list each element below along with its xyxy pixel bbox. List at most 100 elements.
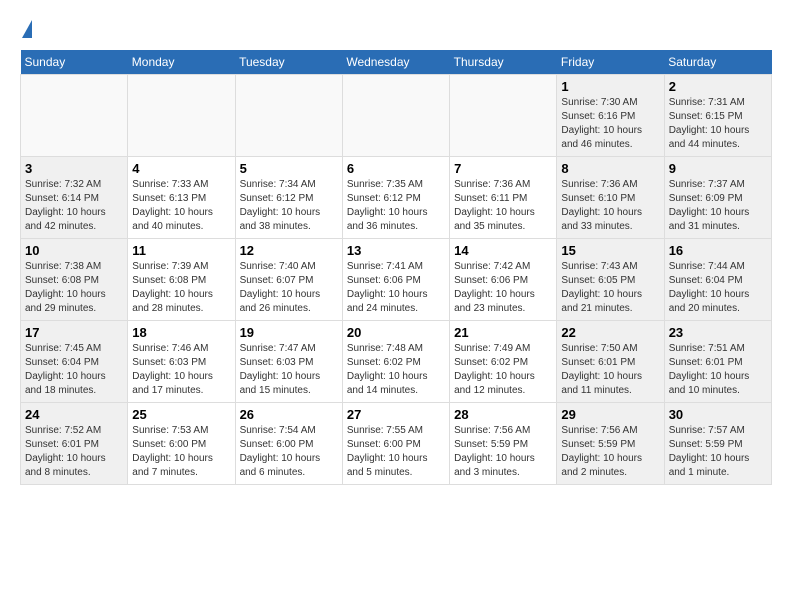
day-info: Sunrise: 7:57 AM Sunset: 5:59 PM Dayligh… [669, 424, 767, 480]
day-number: 22 [561, 325, 659, 340]
calendar-week-row: 10Sunrise: 7:38 AM Sunset: 6:08 PM Dayli… [21, 239, 772, 321]
page-header [20, 20, 772, 40]
calendar-cell: 13 Sunrise: 7:41 AM Sunset: 6:06 PM Dayli… [342, 239, 449, 321]
day-info: Sunrise: 7:42 AM Sunset: 6:06 PM Dayligh… [454, 260, 552, 316]
day-info: Sunrise: 7:30 AM Sunset: 6:16 PM Dayligh… [561, 96, 659, 152]
day-number: 1 [561, 79, 659, 94]
calendar-week-row: 1 Sunrise: 7:30 AM Sunset: 6:16 PM Daylig… [21, 75, 772, 157]
day-info: Sunrise: 7:41 AM Sunset: 6:06 PM Dayligh… [347, 260, 445, 316]
day-info: Sunrise: 7:52 AM Sunset: 6:01 PM Dayligh… [25, 424, 123, 480]
day-number: 19 [240, 325, 338, 340]
day-number: 30 [669, 407, 767, 422]
calendar-cell: 24 Sunrise: 7:52 AM Sunset: 6:01 PM Dayli… [21, 403, 128, 485]
day-number: 16 [669, 243, 767, 258]
day-info: Sunrise: 7:31 AM Sunset: 6:15 PM Dayligh… [669, 96, 767, 152]
calendar-cell: 8 Sunrise: 7:36 AM Sunset: 6:10 PM Daylig… [557, 157, 664, 239]
calendar-cell: 23 Sunrise: 7:51 AM Sunset: 6:01 PM Dayli… [664, 321, 771, 403]
day-number: 7 [454, 161, 552, 176]
day-info: Sunrise: 7:43 AM Sunset: 6:05 PM Dayligh… [561, 260, 659, 316]
day-info: Sunrise: 7:49 AM Sunset: 6:02 PM Dayligh… [454, 342, 552, 398]
calendar-cell: 17 Sunrise: 7:45 AM Sunset: 6:04 PM Dayli… [21, 321, 128, 403]
day-number: 14 [454, 243, 552, 258]
day-number: 8 [561, 161, 659, 176]
day-number: 20 [347, 325, 445, 340]
calendar-week-row: 3 Sunrise: 7:32 AM Sunset: 6:14 PM Daylig… [21, 157, 772, 239]
day-number: 17 [25, 325, 123, 340]
day-number: 5 [240, 161, 338, 176]
day-info: Sunrise: 7:44 AM Sunset: 6:04 PM Dayligh… [669, 260, 767, 316]
day-header-sunday: Sunday [21, 50, 128, 75]
day-header-saturday: Saturday [664, 50, 771, 75]
calendar-cell: 16 Sunrise: 7:44 AM Sunset: 6:04 PM Dayli… [664, 239, 771, 321]
calendar-cell: 22 Sunrise: 7:50 AM Sunset: 6:01 PM Dayli… [557, 321, 664, 403]
calendar-cell: 19 Sunrise: 7:47 AM Sunset: 6:03 PM Dayli… [235, 321, 342, 403]
day-info: Sunrise: 7:36 AM Sunset: 6:11 PM Dayligh… [454, 178, 552, 234]
calendar-cell: 1 Sunrise: 7:30 AM Sunset: 6:16 PM Daylig… [557, 75, 664, 157]
calendar-cell: 25Sunrise: 7:53 AM Sunset: 6:00 PM Dayli… [128, 403, 235, 485]
day-number: 29 [561, 407, 659, 422]
day-info: Sunrise: 7:51 AM Sunset: 6:01 PM Dayligh… [669, 342, 767, 398]
calendar-cell [128, 75, 235, 157]
calendar-cell: 27 Sunrise: 7:55 AM Sunset: 6:00 PM Dayli… [342, 403, 449, 485]
day-info: Sunrise: 7:54 AM Sunset: 6:00 PM Dayligh… [240, 424, 338, 480]
day-info: Sunrise: 7:55 AM Sunset: 6:00 PM Dayligh… [347, 424, 445, 480]
day-number: 28 [454, 407, 552, 422]
calendar-cell: 14 Sunrise: 7:42 AM Sunset: 6:06 PM Dayli… [450, 239, 557, 321]
day-info: Sunrise: 7:34 AM Sunset: 6:12 PM Dayligh… [240, 178, 338, 234]
day-info: Sunrise: 7:46 AM Sunset: 6:03 PM Dayligh… [132, 342, 230, 398]
calendar-cell: 21 Sunrise: 7:49 AM Sunset: 6:02 PM Dayli… [450, 321, 557, 403]
day-number: 21 [454, 325, 552, 340]
day-number: 27 [347, 407, 445, 422]
day-info: Sunrise: 7:37 AM Sunset: 6:09 PM Dayligh… [669, 178, 767, 234]
day-number: 18 [132, 325, 230, 340]
logo-triangle-icon [22, 20, 32, 38]
day-info: Sunrise: 7:45 AM Sunset: 6:04 PM Dayligh… [25, 342, 123, 398]
day-info: Sunrise: 7:36 AM Sunset: 6:10 PM Dayligh… [561, 178, 659, 234]
day-number: 2 [669, 79, 767, 94]
calendar-cell: 4Sunrise: 7:33 AM Sunset: 6:13 PM Daylig… [128, 157, 235, 239]
calendar-week-row: 24 Sunrise: 7:52 AM Sunset: 6:01 PM Dayli… [21, 403, 772, 485]
day-info: Sunrise: 7:35 AM Sunset: 6:12 PM Dayligh… [347, 178, 445, 234]
day-number: 13 [347, 243, 445, 258]
day-number: 15 [561, 243, 659, 258]
logo [20, 20, 32, 40]
calendar-week-row: 17 Sunrise: 7:45 AM Sunset: 6:04 PM Dayli… [21, 321, 772, 403]
calendar-cell: 28 Sunrise: 7:56 AM Sunset: 5:59 PM Dayli… [450, 403, 557, 485]
calendar-cell: 18 Sunrise: 7:46 AM Sunset: 6:03 PM Dayli… [128, 321, 235, 403]
day-number: 23 [669, 325, 767, 340]
day-info: Sunrise: 7:50 AM Sunset: 6:01 PM Dayligh… [561, 342, 659, 398]
calendar-cell: 3 Sunrise: 7:32 AM Sunset: 6:14 PM Daylig… [21, 157, 128, 239]
day-number: 26 [240, 407, 338, 422]
day-number: 9 [669, 161, 767, 176]
day-number: 6 [347, 161, 445, 176]
day-number: 12 [240, 243, 338, 258]
day-info: Sunrise: 7:56 AM Sunset: 5:59 PM Dayligh… [561, 424, 659, 480]
calendar-cell: 12 Sunrise: 7:40 AM Sunset: 6:07 PM Dayli… [235, 239, 342, 321]
day-info: Sunrise: 7:56 AM Sunset: 5:59 PM Dayligh… [454, 424, 552, 480]
day-info: Sunrise: 7:40 AM Sunset: 6:07 PM Dayligh… [240, 260, 338, 316]
day-header-thursday: Thursday [450, 50, 557, 75]
day-number: 11 [132, 243, 230, 258]
calendar-cell: 15 Sunrise: 7:43 AM Sunset: 6:05 PM Dayli… [557, 239, 664, 321]
day-info: Sunrise: 7:32 AM Sunset: 6:14 PM Dayligh… [25, 178, 123, 234]
calendar-cell: 10Sunrise: 7:38 AM Sunset: 6:08 PM Dayli… [21, 239, 128, 321]
day-header-tuesday: Tuesday [235, 50, 342, 75]
day-header-monday: Monday [128, 50, 235, 75]
day-info: Sunrise: 7:53 AM Sunset: 6:00 PM Dayligh… [132, 424, 230, 480]
day-number: 3 [25, 161, 123, 176]
calendar-cell [235, 75, 342, 157]
day-info: Sunrise: 7:48 AM Sunset: 6:02 PM Dayligh… [347, 342, 445, 398]
calendar-cell: 9 Sunrise: 7:37 AM Sunset: 6:09 PM Daylig… [664, 157, 771, 239]
calendar-cell: 26 Sunrise: 7:54 AM Sunset: 6:00 PM Dayli… [235, 403, 342, 485]
day-number: 4 [132, 161, 230, 176]
day-info: Sunrise: 7:38 AM Sunset: 6:08 PM Dayligh… [25, 260, 123, 316]
calendar-cell: 20 Sunrise: 7:48 AM Sunset: 6:02 PM Dayli… [342, 321, 449, 403]
calendar-cell: 11 Sunrise: 7:39 AM Sunset: 6:08 PM Dayli… [128, 239, 235, 321]
day-info: Sunrise: 7:47 AM Sunset: 6:03 PM Dayligh… [240, 342, 338, 398]
day-info: Sunrise: 7:39 AM Sunset: 6:08 PM Dayligh… [132, 260, 230, 316]
calendar-header-row: SundayMondayTuesdayWednesdayThursdayFrid… [21, 50, 772, 75]
day-number: 24 [25, 407, 123, 422]
calendar-cell [21, 75, 128, 157]
calendar-table: SundayMondayTuesdayWednesdayThursdayFrid… [20, 50, 772, 485]
calendar-cell [342, 75, 449, 157]
